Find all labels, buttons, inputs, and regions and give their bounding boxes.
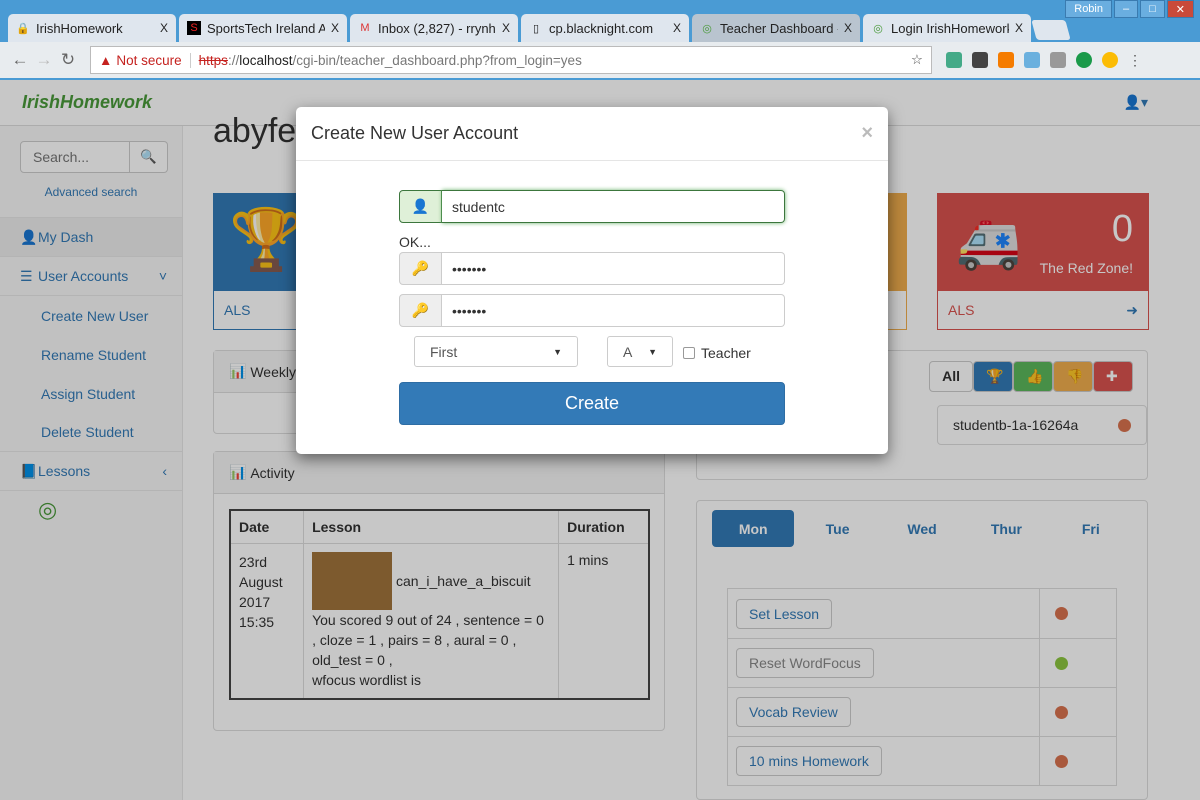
url-sep: :// (227, 52, 240, 68)
hangouts-icon[interactable] (1076, 52, 1092, 68)
tab-title: IrishHomework (36, 20, 123, 36)
url-path: /cgi-bin/teacher_dashboard.php?from_logi… (292, 52, 582, 68)
tab-title: Inbox (2,827) - rrynha (378, 20, 496, 36)
tab-close-icon[interactable]: X (673, 21, 681, 35)
browser-tab[interactable]: ▯ cp.blacknight.com X (521, 14, 689, 42)
not-secure-label[interactable]: Not secure (116, 52, 191, 68)
extension-icon[interactable] (1050, 52, 1066, 68)
doc-lock-icon: 🔒 (16, 22, 30, 35)
caret-down-icon: ▼ (553, 346, 562, 357)
class-select[interactable]: A ▼ (607, 336, 673, 367)
password-group: 🔑 ••••••• (399, 252, 785, 285)
browser-tab[interactable]: 🔒 IrishHomework X (8, 14, 176, 42)
tab-close-icon[interactable]: X (160, 21, 168, 35)
confirm-password-input[interactable]: ••••••• (442, 294, 785, 327)
class-value: A (623, 343, 633, 360)
browser-chrome: Robin – □ ✕ 🔒 IrishHomework X S SportsTech I… (0, 0, 1200, 80)
window-controls: Robin – □ ✕ (1065, 0, 1194, 18)
caret-down-icon: ▼ (648, 346, 657, 357)
address-bar[interactable]: ▲ Not secure https://localhost/cgi-bin/t… (90, 46, 932, 74)
tab-strip: 🔒 IrishHomework X S SportsTech Ireland A X M In… (8, 14, 1071, 42)
create-user-modal: Create New User Account × 👤 studentc OK...… (296, 107, 888, 454)
chrome-ext-icon[interactable] (1102, 52, 1118, 68)
create-button[interactable]: Create (399, 382, 785, 425)
tab-title: cp.blacknight.com (549, 20, 654, 36)
reload-icon[interactable]: ↻ (56, 50, 80, 70)
tab-title: SportsTech Ireland A (207, 20, 325, 36)
new-tab-button[interactable] (1031, 20, 1071, 40)
menu-icon[interactable]: ⋮ (1128, 52, 1144, 68)
extension-icon[interactable] (1024, 52, 1040, 68)
maximize-button[interactable]: □ (1140, 0, 1165, 18)
user-icon: 👤 (399, 190, 442, 223)
tab-close-icon[interactable]: X (1015, 21, 1023, 35)
year-value: First (430, 343, 458, 360)
browser-tab[interactable]: ◎ Teacher Dashboard - X (692, 14, 860, 42)
year-select[interactable]: First ▼ (414, 336, 578, 367)
browser-tab[interactable]: M Inbox (2,827) - rrynha X (350, 14, 518, 42)
bookmark-star-icon[interactable]: ☆ (911, 52, 923, 68)
url-scheme: https (198, 52, 228, 68)
extension-icon[interactable] (946, 52, 962, 68)
profile-button[interactable]: Robin (1065, 0, 1112, 18)
tab-close-icon[interactable]: X (844, 21, 852, 35)
forward-icon[interactable]: → (32, 50, 56, 70)
password-input[interactable]: ••••••• (442, 252, 785, 285)
extensions: ⋮ (946, 52, 1144, 68)
back-icon[interactable]: ← (8, 50, 32, 70)
key-icon: 🔑 (399, 294, 442, 327)
minimize-button[interactable]: – (1114, 0, 1139, 18)
evernote-icon[interactable] (972, 52, 988, 68)
username-input[interactable]: studentc (442, 190, 785, 223)
close-window-button[interactable]: ✕ (1166, 0, 1194, 18)
username-group: 👤 studentc (399, 190, 785, 223)
key-icon: 🔑 (399, 252, 442, 285)
url-host: localhost (239, 52, 293, 68)
browser-tab[interactable]: S SportsTech Ireland A X (179, 14, 347, 42)
gmail-icon: M (360, 22, 370, 34)
st-icon: S (187, 21, 201, 35)
modal-title: Create New User Account (311, 123, 519, 143)
browser-toolbar: ← → ↻ ▲ Not secure https://localhost/cgi… (0, 42, 1200, 78)
teacher-checkbox-label[interactable]: Teacher (683, 345, 751, 361)
tab-title: Login IrishHomework (891, 20, 1009, 36)
username-status: OK... (399, 234, 431, 250)
tab-close-icon[interactable]: X (502, 21, 510, 35)
irishhomework-icon: ◎ (702, 22, 712, 35)
tab-close-icon[interactable]: X (331, 21, 339, 35)
teacher-checkbox[interactable] (683, 347, 695, 359)
teacher-label: Teacher (701, 345, 751, 361)
page-icon: ▯ (532, 22, 540, 35)
irishhomework-icon: ◎ (873, 22, 883, 35)
browser-tab[interactable]: ◎ Login IrishHomework X (863, 14, 1031, 42)
confirm-password-group: 🔑 ••••••• (399, 294, 785, 327)
tab-title: Teacher Dashboard - (720, 20, 838, 36)
extension-icon[interactable] (998, 52, 1014, 68)
close-icon[interactable]: × (861, 122, 873, 145)
warning-icon: ▲ (99, 52, 113, 68)
